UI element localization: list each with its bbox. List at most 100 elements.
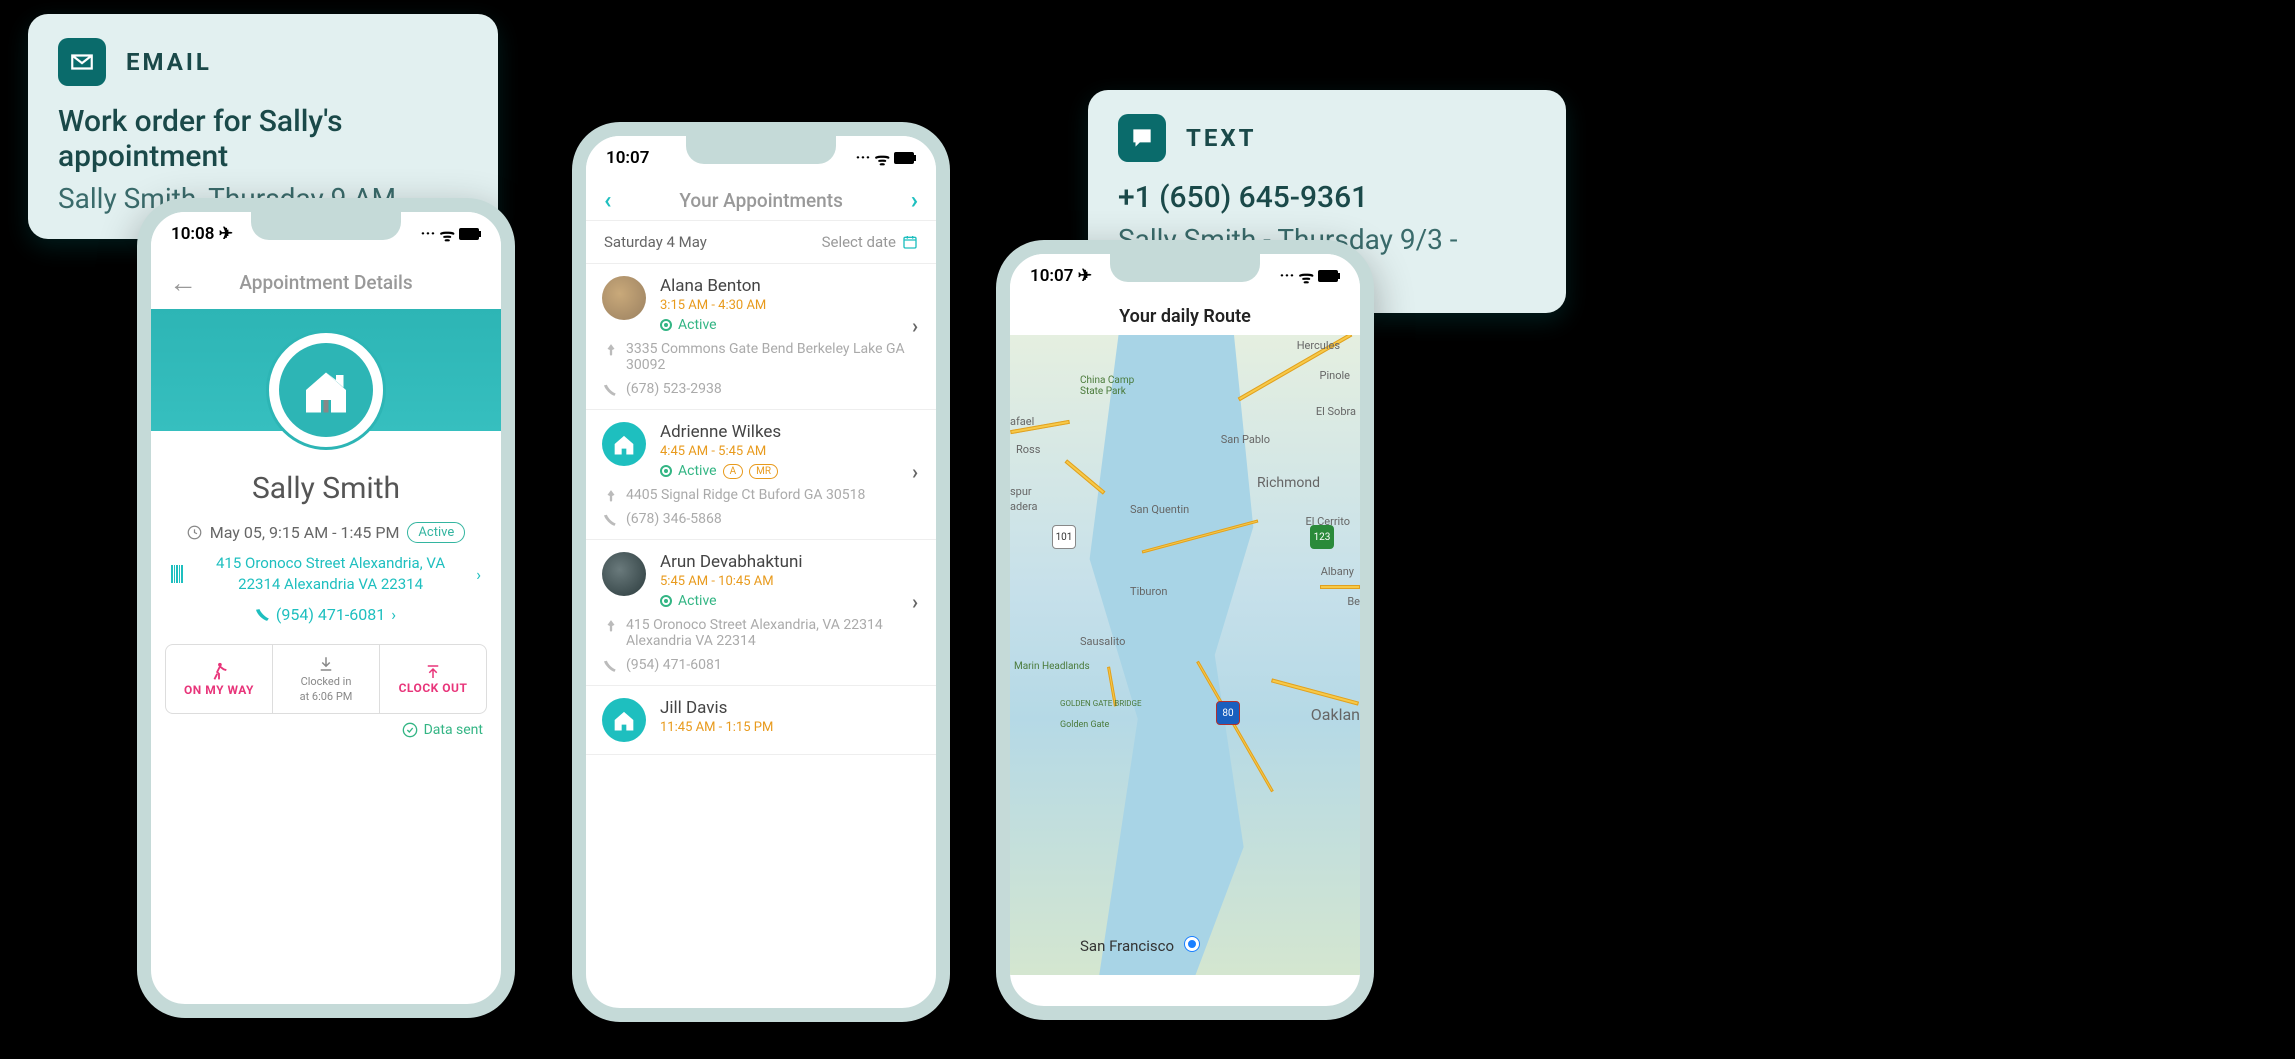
phone-appointment-details: 10:08 ✈ ··· ᯤ ← Appointment Details Sall… (137, 198, 515, 1018)
pin-icon (604, 619, 618, 633)
appointment-datetime: May 05, 9:15 AM - 1:45 PM (210, 523, 400, 542)
chevron-right-icon: › (912, 460, 918, 484)
clocked-in-time: at 6:06 PM (300, 690, 353, 703)
on-my-way-button[interactable]: ON MY WAY (166, 645, 273, 713)
customer-name: Arun Devabhaktuni (660, 552, 920, 572)
phone-row: (954) 471-6081 (602, 657, 920, 673)
customer-address: 415 Oronoco Street Alexandria, VA 22314 … (195, 553, 466, 595)
screen-title: Your daily Route (1010, 298, 1360, 335)
map-label: San Quentin (1130, 503, 1189, 516)
notif-title: +1 (650) 645-9361 (1118, 180, 1536, 215)
status-icons: ··· ᯤ (856, 147, 916, 170)
current-location-dot (1185, 937, 1199, 951)
text-icon (1118, 114, 1166, 162)
appointment-item[interactable]: Arun Devabhaktuni 5:45 AM - 10:45 AM Act… (586, 540, 936, 686)
screen-header: ‹ Your Appointments › (586, 180, 936, 220)
route-shield: 80 (1216, 701, 1240, 725)
phone-row[interactable]: (954) 471-6081 › (151, 605, 501, 624)
chevron-right-icon: › (912, 314, 918, 338)
notif-title: Work order for Sally's appointment (58, 104, 468, 174)
badge: A (723, 464, 744, 479)
chevron-right-icon: › (912, 590, 918, 614)
map-label: Ross (1016, 443, 1040, 456)
status-time: 10:07 ✈ (1030, 266, 1092, 286)
clock-icon (187, 525, 202, 540)
route-map[interactable]: Hercules Pinole El Sobra San Pablo Richm… (1010, 335, 1360, 975)
data-sent-status: Data sent (151, 714, 501, 738)
wifi-icon: ᯤ (439, 223, 455, 246)
walking-icon (208, 661, 230, 683)
notif-header: TEXT (1118, 114, 1536, 162)
clocked-in-status: Clocked in at 6:06 PM (273, 645, 380, 713)
map-label: Albany (1321, 565, 1354, 578)
phone-icon (256, 608, 270, 622)
chevron-right-icon: › (391, 605, 396, 624)
customer-name: Jill Davis (660, 698, 920, 718)
customer-avatar (266, 330, 386, 450)
prev-arrow-icon[interactable]: ‹ (604, 186, 612, 214)
barcode-icon (171, 565, 185, 583)
status-time: 10:08 ✈ (171, 224, 233, 244)
appointment-item[interactable]: Jill Davis 11:45 AM - 1:15 PM (586, 686, 936, 755)
map-label: Sausalito (1080, 635, 1125, 648)
map-label: San Francisco (1080, 937, 1174, 955)
map-label: spur (1010, 485, 1032, 498)
screen-header: ← Appointment Details (151, 256, 501, 309)
phone-row: (678) 346-5868 (602, 511, 920, 527)
pin-icon (604, 343, 618, 357)
customer-avatar (602, 552, 646, 596)
current-date: Saturday 4 May (604, 233, 707, 251)
phone-row: (678) 523-2938 (602, 381, 920, 397)
bay-water (1080, 335, 1273, 975)
back-arrow-icon[interactable]: ← (169, 266, 197, 299)
customer-name: Adrienne Wilkes (660, 422, 920, 442)
wifi-icon: ᯤ (1298, 265, 1314, 288)
screen-title: Your Appointments (679, 189, 843, 212)
customer-hero (151, 309, 501, 431)
phone-daily-route: 10:07 ✈ ··· ᯤ Your daily Route Hercules … (996, 240, 1374, 1020)
customer-avatar (602, 698, 646, 742)
signal-icon: ··· (421, 224, 436, 244)
map-label: GOLDEN GATE BRIDGE (1060, 699, 1142, 708)
customer-avatar (602, 276, 646, 320)
phone-icon (604, 383, 618, 397)
appointment-item[interactable]: Adrienne Wilkes 4:45 AM - 5:45 AM Active… (586, 410, 936, 540)
map-label: adera (1010, 500, 1038, 513)
map-label: China Camp State Park (1080, 375, 1140, 397)
address-row[interactable]: 415 Oronoco Street Alexandria, VA 22314 … (151, 553, 501, 595)
appointment-status: Active (678, 317, 717, 333)
status-bullet-icon (660, 595, 672, 607)
wifi-icon: ᯤ (874, 147, 890, 170)
route-shield: 101 (1052, 525, 1076, 549)
signal-icon: ··· (856, 148, 871, 168)
status-bullet-icon (660, 465, 672, 477)
phone-icon (604, 659, 618, 673)
phone-notch (686, 136, 836, 164)
notif-type-label: TEXT (1186, 124, 1256, 152)
on-my-way-label: ON MY WAY (184, 683, 254, 697)
address-row: 4405 Signal Ridge Ct Buford GA 30518 (602, 487, 920, 503)
appointment-datetime-row: May 05, 9:15 AM - 1:45 PM Active (151, 522, 501, 543)
check-circle-icon (402, 722, 418, 738)
home-icon (279, 343, 373, 437)
map-label: Golden Gate (1060, 720, 1109, 730)
map-label: Richmond (1257, 475, 1320, 491)
status-bullet-icon (660, 319, 672, 331)
map-label: Oaklan (1311, 705, 1360, 724)
customer-name: Sally Smith (151, 471, 501, 506)
next-arrow-icon[interactable]: › (911, 186, 918, 214)
battery-icon (894, 152, 916, 164)
appointment-status: Active (678, 593, 717, 609)
battery-icon (1318, 270, 1340, 282)
calendar-icon (902, 234, 918, 250)
status-icons: ··· ᯤ (421, 223, 481, 246)
appointment-item[interactable]: Alana Benton 3:15 AM - 4:30 AM Active 33… (586, 264, 936, 410)
phone-notch (251, 212, 401, 240)
customer-avatar (602, 422, 646, 466)
customer-phone: (954) 471-6081 (276, 605, 385, 624)
notif-header: EMAIL (58, 38, 468, 86)
clock-out-button[interactable]: CLOCK OUT (380, 645, 486, 713)
select-date-button[interactable]: Select date (822, 233, 918, 251)
badge: MR (749, 464, 778, 479)
map-label: San Pablo (1221, 433, 1270, 446)
